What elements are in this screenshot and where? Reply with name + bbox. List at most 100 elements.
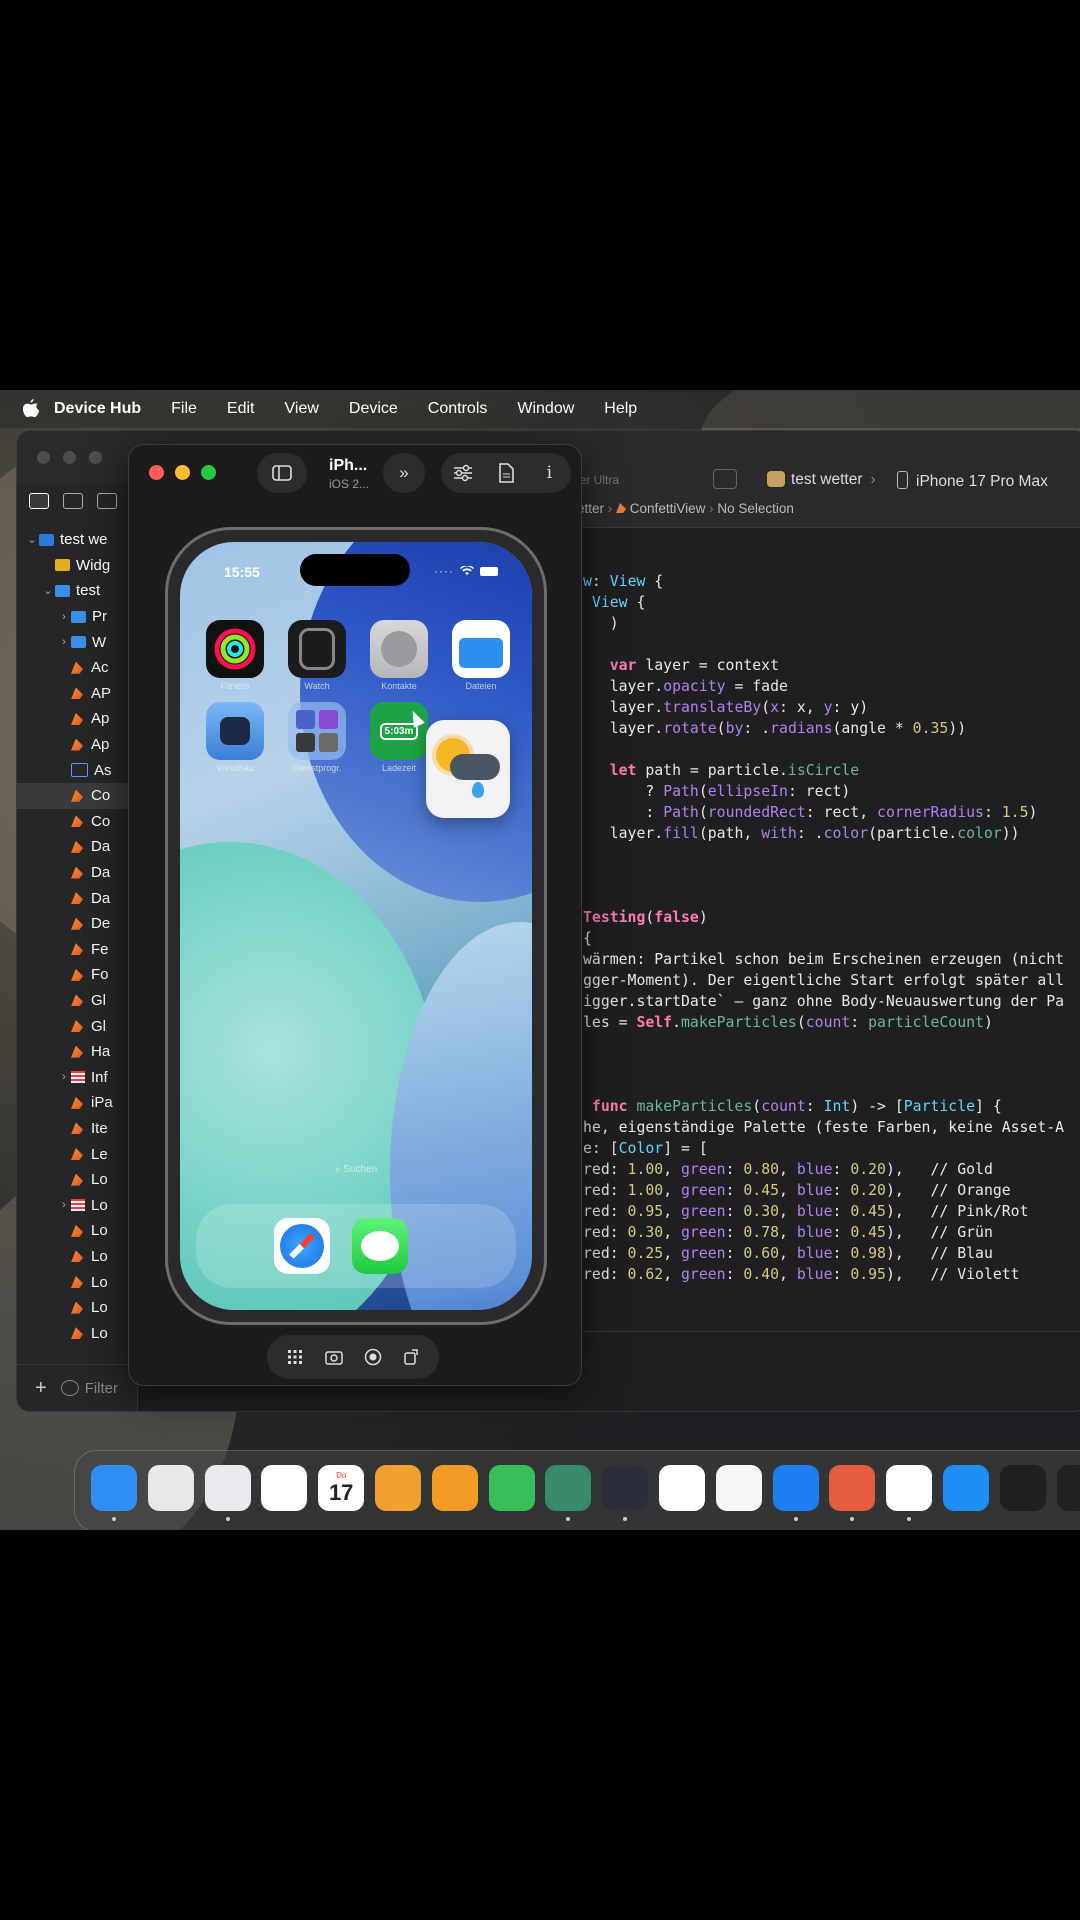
add-icon[interactable] [713,469,737,489]
file-tree-row[interactable]: › Inf [17,1064,137,1090]
calendar-icon[interactable]: Do 17 [318,1465,365,1511]
zoom-button[interactable] [201,465,216,480]
source-control-icon[interactable] [63,493,83,509]
file-tree-row[interactable]: Ite [17,1116,137,1142]
launchpad-icon[interactable] [147,1465,194,1511]
menu-help[interactable]: Help [604,400,637,418]
file-tree-row[interactable]: Lo [17,1320,137,1346]
messages-icon[interactable] [352,1218,408,1274]
disclosure-chevron-icon[interactable]: › [57,636,71,648]
file-tree-row[interactable]: Ap [17,732,137,758]
record-icon[interactable] [362,1346,384,1368]
file-tree-row[interactable]: Fo [17,962,137,988]
file-tree-row[interactable]: Lo [17,1218,137,1244]
document-icon[interactable] [495,462,517,484]
filter-field[interactable]: Filter [85,1380,118,1397]
finalcut-icon[interactable] [999,1465,1046,1511]
file-tree-row[interactable]: Lo [17,1269,137,1295]
disclosure-chevron-icon[interactable]: › [57,1071,71,1083]
pages-icon[interactable] [431,1465,478,1511]
screenshot-icon[interactable] [323,1346,345,1368]
chatgpt-icon[interactable] [886,1465,933,1511]
menu-device[interactable]: Device [349,400,398,418]
iphone-screen[interactable]: 15:55 ···· Fitness Watch Kontakte Dateie… [180,542,532,1310]
file-tree-row[interactable]: Lo [17,1167,137,1193]
disclosure-chevron-icon[interactable]: ⌄ [25,533,39,546]
rotate-icon[interactable] [401,1346,423,1368]
file-tree-row[interactable]: ⌄ test [17,578,137,604]
app-fitness[interactable]: Fitness [206,620,264,691]
breadcrumb-item[interactable]: ConfettiView [630,501,706,516]
file-tree-row[interactable]: Co [17,809,137,835]
instruments-icon[interactable] [545,1465,592,1511]
file-tree-row[interactable]: Da [17,834,137,860]
file-tree-row[interactable]: › Lo [17,1192,137,1218]
apple-icon[interactable] [22,399,40,419]
safari-icon[interactable] [274,1218,330,1274]
app-kontakte[interactable]: Kontakte [370,620,428,691]
folder-icon[interactable] [29,493,49,509]
file-tree-row[interactable]: iPa [17,1090,137,1116]
file-tree-row[interactable]: Lo [17,1295,137,1321]
file-tree-row[interactable]: De [17,911,137,937]
disclosure-chevron-icon[interactable]: › [57,611,71,623]
claude-icon[interactable] [829,1465,876,1511]
app-folder-dienstprogramme[interactable]: Dienstprogr. [288,702,346,773]
more-button[interactable]: » [383,453,425,493]
app-dateien[interactable]: Dateien [452,620,510,691]
photos-icon[interactable] [261,1465,308,1511]
xmind-icon[interactable] [659,1465,705,1511]
menu-app-name[interactable]: Device Hub [54,400,141,418]
close-button[interactable] [149,465,164,480]
file-tree-row[interactable]: › W [17,629,137,655]
menu-view[interactable]: View [285,400,319,418]
destination-selector[interactable]: iPhone 17 Pro Max [897,471,1048,491]
minimize-button[interactable] [175,465,190,480]
zoom-button[interactable] [89,451,102,464]
menu-edit[interactable]: Edit [227,400,255,418]
disclosure-chevron-icon[interactable]: › [57,1199,71,1211]
finder-icon[interactable] [91,1465,137,1511]
file-tree-row[interactable]: Le [17,1141,137,1167]
home-grid-icon[interactable] [284,1346,306,1368]
voice-memos-icon[interactable] [602,1465,649,1511]
file-tree-row[interactable]: Ha [17,1039,137,1065]
search-pill[interactable]: ⌕ Suchen [180,1164,532,1175]
add-file-button[interactable]: + [35,1377,47,1400]
info-icon[interactable]: i [538,462,560,484]
numbers-icon[interactable] [488,1465,535,1511]
sidebar-toggle-button[interactable] [257,453,307,493]
file-tree-row[interactable]: ⌄ test we [17,527,137,553]
close-button[interactable] [37,451,50,464]
file-tree-row[interactable]: Ac [17,655,137,681]
file-tree-row[interactable]: Gl [17,988,137,1014]
weather-app-icon[interactable] [426,720,510,818]
sliders-icon[interactable] [452,462,474,484]
file-tree-row[interactable]: As [17,757,137,783]
file-tree-row[interactable]: Widg [17,553,137,579]
app-watch[interactable]: Watch [288,620,346,691]
safari-icon[interactable] [204,1465,251,1511]
spark-icon[interactable] [1056,1465,1080,1511]
testflight-icon[interactable] [715,1465,762,1511]
menu-window[interactable]: Window [517,400,574,418]
file-tree-row[interactable]: Da [17,860,137,886]
file-tree-row[interactable]: Gl [17,1013,137,1039]
breadcrumb-item[interactable]: No Selection [717,501,794,516]
file-tree-row[interactable]: Da [17,885,137,911]
minimize-button[interactable] [63,451,76,464]
scheme-selector[interactable]: test wetter › [767,471,876,489]
findmy-icon[interactable] [375,1465,421,1511]
menu-controls[interactable]: Controls [428,400,488,418]
file-tree-row[interactable]: AP [17,681,137,707]
file-tree-row[interactable]: › Pr [17,604,137,630]
file-tree-row[interactable]: Lo [17,1244,137,1270]
file-tree-row[interactable]: Ap [17,706,137,732]
code-editor[interactable]: w: View { View { ) var layer = context l… [583,571,1080,1285]
appstore-icon[interactable] [943,1465,989,1511]
disclosure-chevron-icon[interactable]: ⌄ [41,584,55,597]
file-tree-row[interactable]: Fe [17,937,137,963]
menu-file[interactable]: File [171,400,197,418]
xcode-icon[interactable] [772,1465,819,1511]
app-vorschau[interactable]: Vorschau [206,702,264,773]
